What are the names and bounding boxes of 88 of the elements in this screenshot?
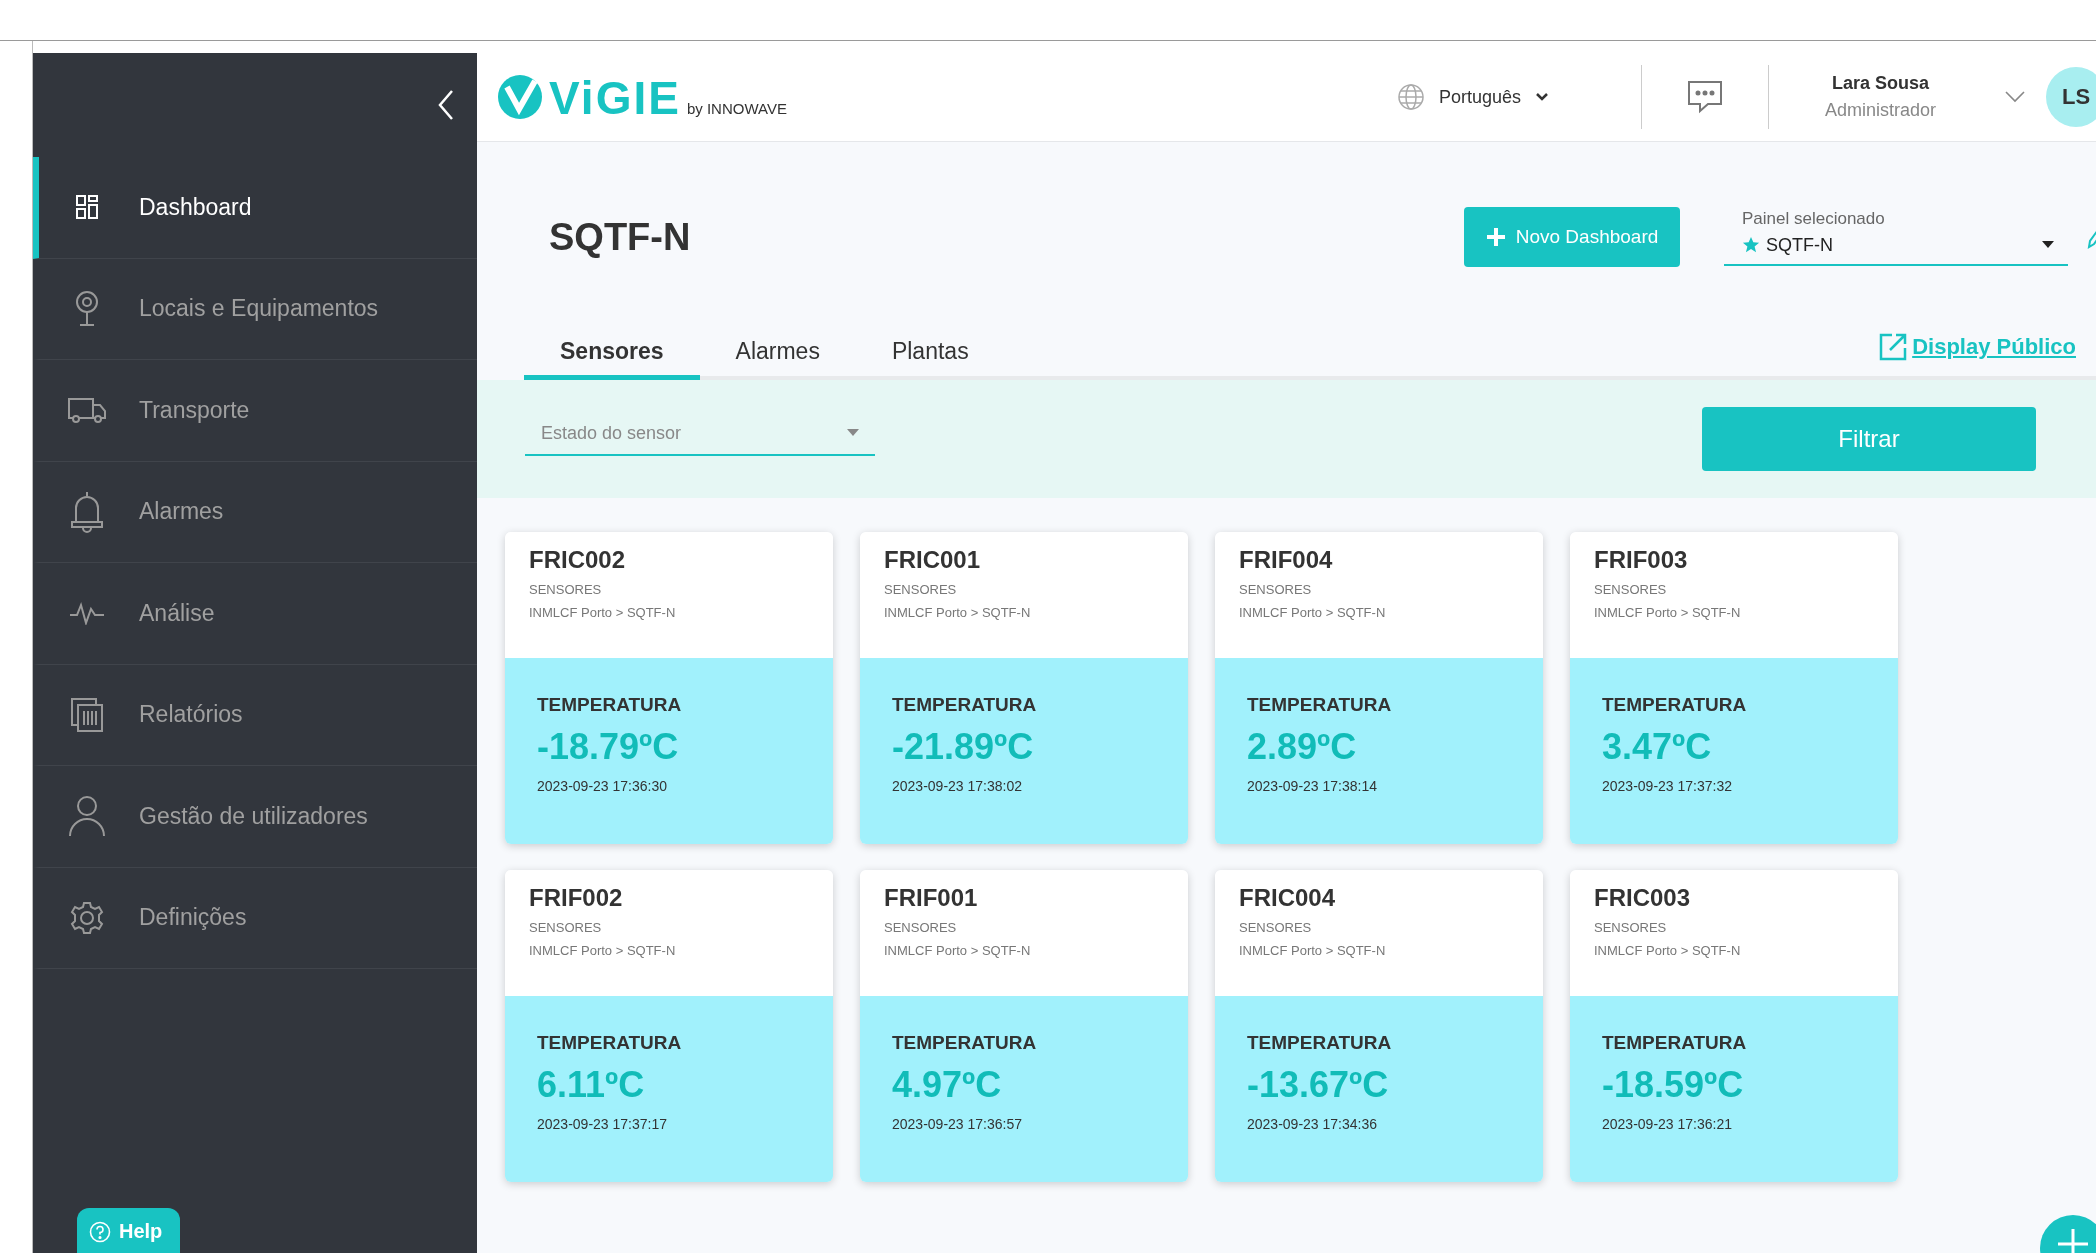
metric-label: TEMPERATURA bbox=[892, 1032, 1038, 1054]
sensor-type: SENSORES bbox=[1239, 582, 1313, 597]
sensor-type: SENSORES bbox=[529, 920, 603, 935]
temperature-value: -18.79ºC bbox=[537, 726, 680, 768]
dropdown-arrow-icon bbox=[847, 429, 859, 437]
location-pin-icon bbox=[75, 289, 99, 328]
temperature-value: 2.89ºC bbox=[1247, 726, 1358, 768]
globe-icon bbox=[1396, 83, 1425, 111]
bell-icon bbox=[70, 489, 104, 534]
reading-time: 2023-09-23 17:36:21 bbox=[1602, 1116, 1733, 1132]
reading-time: 2023-09-23 17:36:30 bbox=[537, 778, 668, 794]
add-button[interactable] bbox=[2038, 1213, 2096, 1253]
sensor-card[interactable]: FRIF002 SENSORES INMLCF Porto > SQTF-N TEMPERATURA 6.11ºC 2023-09-23 17:37:17 bbox=[505, 870, 833, 1182]
dropdown-arrow-icon bbox=[2042, 241, 2054, 249]
avatar[interactable]: LS bbox=[2046, 67, 2096, 127]
metric-label: TEMPERATURA bbox=[537, 1032, 683, 1054]
metric-label: TEMPERATURA bbox=[892, 694, 1038, 716]
temperature-value: 6.11ºC bbox=[537, 1064, 646, 1106]
star-icon bbox=[1742, 236, 1760, 254]
reading-time: 2023-09-23 17:34:36 bbox=[1247, 1116, 1378, 1132]
sensor-type: SENSORES bbox=[884, 582, 958, 597]
grid-icon bbox=[75, 194, 99, 221]
reading-time: 2023-09-23 17:37:17 bbox=[537, 1116, 668, 1132]
user-name: Lara Sousa bbox=[1831, 73, 1929, 94]
temperature-value: 3.47ºC bbox=[1602, 726, 1713, 768]
metric-label: TEMPERATURA bbox=[1247, 1032, 1393, 1054]
sensor-name: FRIC001 bbox=[884, 546, 982, 574]
sensor-path: INMLCF Porto > SQTF-N bbox=[529, 605, 677, 620]
tab[interactable]: Alarmes bbox=[699, 338, 856, 381]
sensor-name: FRIF001 bbox=[884, 884, 979, 912]
sensor-name: FRIF003 bbox=[1594, 546, 1689, 574]
metric-label: TEMPERATURA bbox=[1247, 694, 1393, 716]
reading-time: 2023-09-23 17:36:57 bbox=[892, 1116, 1023, 1132]
language-selector[interactable]: Português bbox=[1396, 83, 1549, 111]
sensor-type: SENSORES bbox=[529, 582, 603, 597]
truck-icon bbox=[67, 396, 107, 425]
chevron-down-icon[interactable] bbox=[2004, 90, 2026, 104]
reading-time: 2023-09-23 17:37:32 bbox=[1602, 778, 1733, 794]
sensor-path: INMLCF Porto > SQTF-N bbox=[529, 943, 677, 958]
sensor-path: INMLCF Porto > SQTF-N bbox=[1594, 605, 1742, 620]
sensor-name: FRIF004 bbox=[1239, 546, 1334, 574]
metric-label: TEMPERATURA bbox=[537, 694, 683, 716]
sensor-type: SENSORES bbox=[1594, 920, 1668, 935]
panel-select[interactable]: Painel selecionado SQTF-N bbox=[1724, 208, 2068, 266]
sensor-path: INMLCF Porto > SQTF-N bbox=[884, 943, 1032, 958]
sensor-card[interactable]: FRIC001 SENSORES INMLCF Porto > SQTF-N TEMPERATURA -21.89ºC 2023-09-23 17:38:02 bbox=[860, 532, 1188, 844]
reading-time: 2023-09-23 17:38:02 bbox=[892, 778, 1023, 794]
sensor-card[interactable]: FRIC002 SENSORES INMLCF Porto > SQTF-N TEMPERATURA -18.79ºC 2023-09-23 17:36:30 bbox=[505, 532, 833, 844]
sensor-path: INMLCF Porto > SQTF-N bbox=[884, 605, 1032, 620]
sensor-path: INMLCF Porto > SQTF-N bbox=[1239, 605, 1387, 620]
sensor-path: INMLCF Porto > SQTF-N bbox=[1594, 943, 1742, 958]
sensor-name: FRIF002 bbox=[529, 884, 624, 912]
chat-icon[interactable] bbox=[1685, 79, 1724, 115]
sensor-type: SENSORES bbox=[1594, 582, 1668, 597]
temperature-value: -18.59ºC bbox=[1602, 1064, 1745, 1106]
sensor-card[interactable]: FRIF001 SENSORES INMLCF Porto > SQTF-N TEMPERATURA 4.97ºC 2023-09-23 17:36:57 bbox=[860, 870, 1188, 1182]
sidebar-item[interactable]: Relatórios bbox=[33, 664, 477, 766]
temperature-value: 4.97ºC bbox=[892, 1064, 1003, 1106]
temperature-value: -21.89ºC bbox=[892, 726, 1035, 768]
user-role: Administrador bbox=[1824, 100, 1936, 121]
chevron-down-icon bbox=[1534, 92, 1549, 102]
reading-time: 2023-09-23 17:38:14 bbox=[1247, 778, 1378, 794]
plus-icon bbox=[1485, 227, 1506, 247]
sensor-type: SENSORES bbox=[884, 920, 958, 935]
help-icon bbox=[89, 1220, 111, 1243]
temperature-value: -13.67ºC bbox=[1247, 1064, 1390, 1106]
sensor-name: FRIC004 bbox=[1239, 884, 1337, 912]
sensor-card[interactable]: FRIF003 SENSORES INMLCF Porto > SQTF-N TEMPERATURA 3.47ºC 2023-09-23 17:37:32 bbox=[1570, 532, 1898, 844]
logo-text: ViGIE bbox=[549, 75, 681, 121]
sensor-name: FRIC003 bbox=[1594, 884, 1692, 912]
collapse-icon[interactable] bbox=[437, 89, 455, 121]
page-title: SQTF-N bbox=[549, 215, 691, 259]
sensor-card[interactable]: FRIC003 SENSORES INMLCF Porto > SQTF-N TEMPERATURA -18.59ºC 2023-09-23 17:36:21 bbox=[1570, 870, 1898, 1182]
sensor-path: INMLCF Porto > SQTF-N bbox=[1239, 943, 1387, 958]
report-icon bbox=[70, 696, 104, 733]
sensor-card[interactable]: FRIF004 SENSORES INMLCF Porto > SQTF-N TEMPERATURA 2.89ºC 2023-09-23 17:38:14 bbox=[1215, 532, 1543, 844]
sensor-type: SENSORES bbox=[1239, 920, 1313, 935]
metric-label: TEMPERATURA bbox=[1602, 1032, 1748, 1054]
logo-byline: by INNOWAVE bbox=[686, 100, 787, 117]
tab[interactable]: Plantas bbox=[855, 338, 1005, 381]
pulse-icon bbox=[69, 601, 105, 626]
sensor-card[interactable]: FRIC004 SENSORES INMLCF Porto > SQTF-N TEMPERATURA -13.67ºC 2023-09-23 17:34:36 bbox=[1215, 870, 1543, 1182]
v-logo-icon bbox=[497, 73, 543, 121]
settings-icon bbox=[70, 900, 104, 935]
external-link-icon bbox=[1878, 332, 1909, 362]
user-icon bbox=[68, 795, 106, 838]
metric-label: TEMPERATURA bbox=[1602, 694, 1748, 716]
sensor-name: FRIC002 bbox=[529, 546, 627, 574]
